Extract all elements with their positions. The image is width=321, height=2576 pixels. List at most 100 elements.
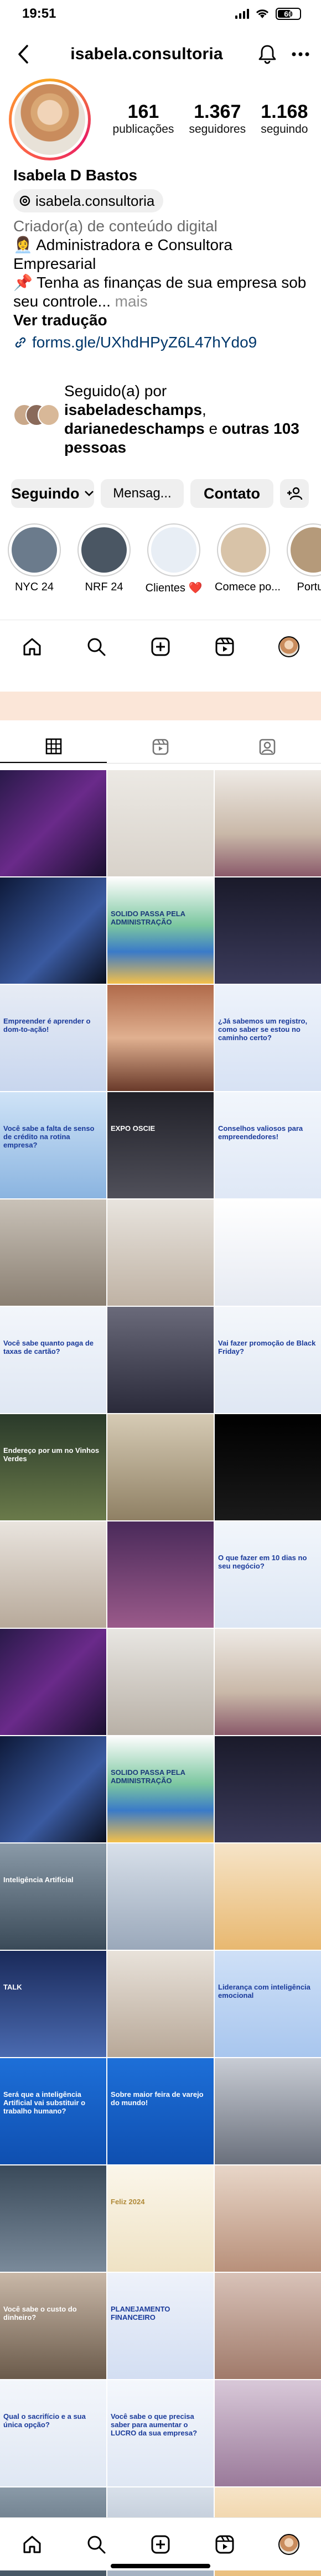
content-divider-banner bbox=[0, 692, 321, 720]
notification-bell-icon[interactable] bbox=[258, 44, 277, 64]
home-icon[interactable] bbox=[22, 2534, 43, 2555]
post-thumbnail[interactable] bbox=[215, 770, 321, 876]
stat-posts-label: publicações bbox=[112, 123, 174, 136]
post-thumbnail[interactable]: Será que a inteligência Artificial vai s… bbox=[0, 2058, 106, 2164]
followed-by[interactable]: Seguido(a) por isabeladeschamps, dariane… bbox=[13, 382, 312, 457]
post-thumbnail[interactable]: Feliz 2024 bbox=[107, 2165, 214, 2272]
follower-name-2: darianedeschamps bbox=[64, 420, 205, 437]
post-thumbnail[interactable] bbox=[107, 985, 214, 1091]
contact-button[interactable]: Contato bbox=[190, 479, 273, 508]
post-thumbnail[interactable] bbox=[0, 1521, 106, 1628]
post-thumbnail[interactable]: TALK bbox=[0, 1951, 106, 2057]
profile-tab-avatar[interactable] bbox=[278, 636, 299, 657]
post-thumbnail[interactable] bbox=[107, 770, 214, 876]
post-thumbnail[interactable] bbox=[0, 1736, 106, 1842]
reels-icon[interactable] bbox=[214, 2534, 235, 2555]
stat-following-label: seguindo bbox=[261, 123, 308, 136]
profile-avatar[interactable] bbox=[9, 79, 91, 160]
post-thumbnail[interactable] bbox=[215, 2380, 321, 2486]
create-post-icon[interactable] bbox=[150, 636, 171, 657]
highlight-comece[interactable]: Comece po... bbox=[215, 523, 281, 601]
bottom-navigation bbox=[0, 2517, 321, 2570]
stat-followers[interactable]: 1.367 seguidores bbox=[189, 101, 246, 136]
post-thumbnail[interactable]: Você sabe o custo do dinheiro? bbox=[0, 2273, 106, 2379]
create-post-icon[interactable] bbox=[150, 2534, 171, 2555]
more-options-icon[interactable] bbox=[291, 51, 310, 57]
post-thumbnail[interactable] bbox=[107, 1414, 214, 1520]
tab-posts-grid[interactable] bbox=[0, 730, 107, 763]
post-thumbnail[interactable]: Você sabe a falta de senso de crédito na… bbox=[0, 1092, 106, 1198]
tab-reels[interactable] bbox=[107, 730, 214, 763]
profile-name: Isabela D Bastos bbox=[13, 167, 138, 184]
following-button[interactable]: Seguindo bbox=[11, 479, 94, 508]
back-button[interactable] bbox=[11, 42, 35, 66]
post-thumbnail[interactable] bbox=[0, 877, 106, 984]
post-thumbnail[interactable] bbox=[107, 1307, 214, 1413]
post-thumbnail[interactable] bbox=[107, 1629, 214, 1735]
post-thumbnail[interactable] bbox=[215, 1843, 321, 1950]
highlight-nrf24[interactable]: NRF 24 bbox=[75, 523, 133, 601]
profile-username: isabela.consultoria bbox=[70, 45, 223, 63]
add-person-button[interactable] bbox=[280, 479, 309, 508]
stat-followers-label: seguidores bbox=[189, 123, 246, 136]
add-person-icon bbox=[287, 487, 303, 500]
follower-avatar bbox=[38, 404, 60, 426]
post-thumbnail[interactable]: Sobre maior feira de varejo do mundo! bbox=[107, 2058, 214, 2164]
stat-following-value: 1.168 bbox=[261, 101, 308, 122]
message-button[interactable]: Mensag... bbox=[101, 479, 184, 508]
translate-link[interactable]: Ver tradução bbox=[13, 311, 312, 330]
reels-icon[interactable] bbox=[214, 636, 235, 657]
post-thumbnail[interactable] bbox=[215, 877, 321, 984]
battery-icon: 60 bbox=[276, 8, 301, 20]
stat-posts[interactable]: 161 publicações bbox=[113, 101, 174, 136]
post-thumbnail[interactable] bbox=[215, 2273, 321, 2379]
stat-posts-value: 161 bbox=[127, 101, 159, 122]
profile-website-link[interactable]: forms.gle/UXhdHPyZ6L47hYdo9 bbox=[13, 333, 312, 352]
post-thumbnail[interactable] bbox=[215, 1414, 321, 1520]
post-thumbnail[interactable]: EXPO OSCIE bbox=[107, 1092, 214, 1198]
search-icon[interactable] bbox=[86, 2534, 107, 2555]
threads-badge[interactable]: isabela.consultoria bbox=[13, 189, 164, 212]
stat-following[interactable]: 1.168 seguindo bbox=[261, 101, 308, 136]
post-thumbnail[interactable]: SOLIDO PASSA PELA ADMINISTRAÇÃO bbox=[107, 1736, 214, 1842]
post-thumbnail[interactable]: Conselhos valiosos para empreendedores! bbox=[215, 1092, 321, 1198]
post-thumbnail[interactable]: Vai fazer promoção de Black Friday? bbox=[215, 1307, 321, 1413]
post-thumbnail[interactable] bbox=[215, 1736, 321, 1842]
post-thumbnail[interactable] bbox=[107, 1521, 214, 1628]
post-thumbnail[interactable]: Liderança com inteligência emocional bbox=[215, 1951, 321, 2057]
profile-tab-avatar[interactable] bbox=[278, 2533, 299, 2555]
post-thumbnail[interactable] bbox=[215, 1199, 321, 1306]
post-thumbnail[interactable]: O que fazer em 10 dias no seu negócio? bbox=[215, 1521, 321, 1628]
highlight-clientes[interactable]: Clientes ❤️ bbox=[145, 523, 203, 601]
post-thumbnail[interactable]: ¿Já sabemos um registro, como saber se e… bbox=[215, 985, 321, 1091]
profile-bio: Isabela D Bastos isabela.consultoria Cri… bbox=[13, 166, 312, 352]
post-thumbnail[interactable]: Você sabe quanto paga de taxas de cartão… bbox=[0, 1307, 106, 1413]
highlight-portug[interactable]: Portug bbox=[284, 523, 321, 601]
highlight-nyc24[interactable]: NYC 24 bbox=[6, 523, 63, 601]
post-caption-overlay: Você sabe quanto paga de taxas de cartão… bbox=[3, 1338, 94, 1355]
post-caption-overlay: EXPO OSCIE bbox=[111, 1124, 156, 1133]
post-thumbnail[interactable] bbox=[107, 1199, 214, 1306]
post-thumbnail[interactable] bbox=[0, 770, 106, 876]
threads-icon bbox=[19, 195, 30, 206]
post-thumbnail[interactable] bbox=[107, 1951, 214, 2057]
search-icon[interactable] bbox=[86, 636, 107, 657]
post-thumbnail[interactable]: Qual o sacrifício e a sua única opção? bbox=[0, 2380, 106, 2486]
post-thumbnail[interactable]: SOLIDO PASSA PELA ADMINISTRAÇÃO bbox=[107, 877, 214, 984]
tab-tagged[interactable] bbox=[214, 730, 321, 763]
highlight-label: Portug bbox=[297, 581, 321, 593]
post-thumbnail[interactable] bbox=[0, 2165, 106, 2272]
more-link[interactable]: mais bbox=[111, 293, 148, 310]
post-thumbnail[interactable]: Endereço por um no Vinhos Verdes bbox=[0, 1414, 106, 1520]
post-thumbnail[interactable] bbox=[215, 2165, 321, 2272]
post-thumbnail[interactable] bbox=[107, 1843, 214, 1950]
post-thumbnail[interactable] bbox=[0, 1629, 106, 1735]
post-thumbnail[interactable]: Inteligência Artificial bbox=[0, 1843, 106, 1950]
post-thumbnail[interactable] bbox=[0, 1199, 106, 1306]
post-thumbnail[interactable]: Empreender é aprender o dom-to-ação! bbox=[0, 985, 106, 1091]
post-thumbnail[interactable]: PLANEJAMENTO FINANCEIRO bbox=[107, 2273, 214, 2379]
home-icon[interactable] bbox=[22, 636, 43, 657]
post-thumbnail[interactable] bbox=[215, 1629, 321, 1735]
post-thumbnail[interactable]: Você sabe o que precisa saber para aumen… bbox=[107, 2380, 214, 2486]
post-thumbnail[interactable] bbox=[215, 2058, 321, 2164]
